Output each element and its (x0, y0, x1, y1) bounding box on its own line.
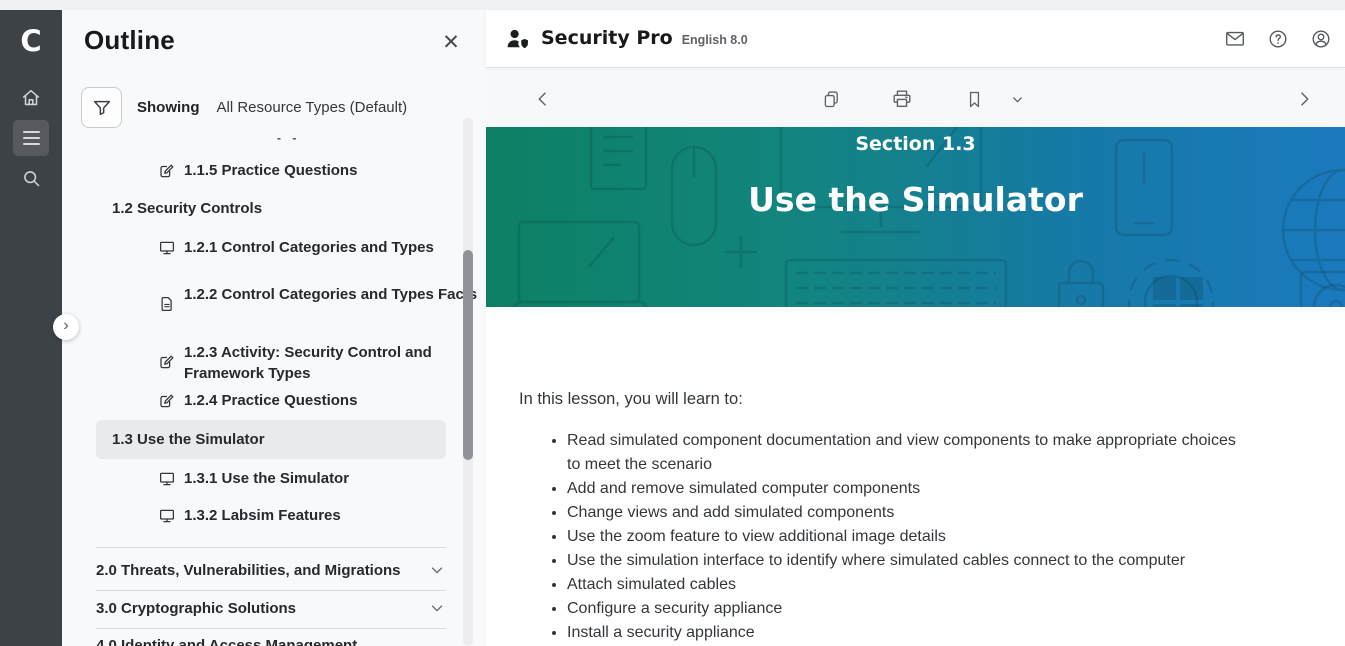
lesson-objective: Use the simulation interface to identify… (567, 549, 1237, 573)
section-label: Section 1.3 (486, 133, 1345, 155)
home-button[interactable] (13, 80, 49, 116)
lesson-objective: Use the zoom feature to view additional … (567, 525, 1237, 549)
app-logo[interactable]: C (0, 24, 62, 58)
windows-icon (1148, 272, 1208, 307)
chevron-left-icon (533, 89, 553, 109)
lesson-toolbar (486, 69, 1345, 127)
copy-button[interactable] (818, 86, 844, 112)
bookmark-button[interactable] (961, 86, 987, 112)
outline-chapter-4-0[interactable]: 4.0 Identity and Access Management (96, 637, 446, 646)
outline-title: Outline (84, 25, 175, 56)
monitor-icon (158, 507, 176, 530)
chevron-down-icon (428, 561, 446, 579)
outline-chapter-3-0[interactable]: 3.0 Cryptographic Solutions (96, 599, 446, 617)
lesson-objective: Attach simulated cables (567, 573, 1237, 597)
outline-scrollbar-thumb[interactable] (463, 250, 473, 460)
bookmark-icon (964, 89, 985, 110)
lesson-objective: Install a security appliance (567, 621, 1237, 645)
outline-item-1-2-4[interactable]: 1.2.4 Practice Questions (158, 390, 357, 415)
disc-icon (1296, 267, 1345, 307)
course-header: Security Pro English 8.0 (486, 10, 1345, 68)
divider (96, 628, 446, 629)
outline-item-1-2-3[interactable]: 1.2.3 Activity: Security Control and Fra… (158, 342, 484, 384)
bookmark-dropdown-button[interactable] (1004, 86, 1030, 112)
outline-chapter-2-0[interactable]: 2.0 Threats, Vulnerabilities, and Migrat… (96, 561, 446, 579)
back-button[interactable] (530, 86, 556, 112)
outline-close-button[interactable]: ✕ (437, 28, 465, 56)
lesson-objective: Read simulated component documentation a… (567, 429, 1237, 477)
showing-value: All Resource Types (Default) (217, 99, 408, 116)
help-button[interactable] (1266, 27, 1290, 51)
account-button[interactable] (1309, 27, 1333, 51)
monitor-icon (158, 239, 176, 262)
chevron-right-icon: › (63, 317, 68, 335)
help-icon (1267, 28, 1289, 50)
close-icon: ✕ (442, 30, 460, 55)
outline-item-1-2-2[interactable]: 1.2.2 Control Categories and Types Facts (158, 284, 477, 318)
edit-icon (158, 392, 176, 415)
chevron-right-icon (1294, 89, 1314, 109)
filter-row: Showing All Resource Types (Default) (81, 87, 407, 128)
filter-button[interactable] (81, 87, 122, 128)
main-content: Security Pro English 8.0 (486, 10, 1345, 646)
lesson-title: Use the Simulator (486, 180, 1345, 219)
mail-button[interactable] (1223, 27, 1247, 51)
mail-icon (1224, 28, 1246, 50)
panel-expand-button[interactable]: › (53, 314, 79, 340)
course-title: Security Pro (541, 27, 673, 49)
forward-button[interactable] (1291, 86, 1317, 112)
chevron-down-icon (428, 599, 446, 617)
print-icon (891, 88, 913, 110)
outline-item-1-1-5[interactable]: 1.1.5 Practice Questions (158, 160, 357, 185)
home-icon (20, 87, 42, 109)
lesson-objective: Configure a security appliance (567, 597, 1237, 621)
user-shield-icon (505, 27, 531, 51)
menu-icon (23, 131, 40, 145)
showing-label: Showing (137, 99, 200, 116)
keyboard-icon (781, 255, 1011, 307)
clipped-outline-item[interactable]: - - (277, 131, 300, 145)
outline-item-1-2-1[interactable]: 1.2.1 Control Categories and Types (158, 237, 434, 262)
monitor-icon (158, 470, 176, 493)
chevron-down-icon (1010, 92, 1025, 107)
plus-icon (721, 232, 761, 272)
edit-icon (158, 353, 176, 376)
lesson-objective: Add and remove simulated computer compon… (567, 477, 1237, 501)
lesson-intro: In this lesson, you will learn to: (519, 390, 743, 409)
document-icon (158, 295, 176, 318)
divider (96, 590, 446, 591)
laptop-icon (494, 212, 674, 307)
lesson-objectives-list: Read simulated component documentation a… (549, 429, 1237, 645)
top-strip (0, 0, 1345, 10)
account-icon (1310, 28, 1332, 50)
lock-icon (1051, 255, 1111, 307)
outline-section-1-2[interactable]: 1.2 Security Controls (112, 200, 262, 217)
outline-item-1-3-1[interactable]: 1.3.1 Use the Simulator (158, 468, 349, 493)
course-subtitle: English 8.0 (682, 33, 748, 47)
header-icons (1223, 27, 1333, 51)
divider (96, 547, 446, 548)
outline-panel: Outline ✕ Showing All Resource Types (De… (62, 10, 486, 646)
print-button[interactable] (889, 86, 915, 112)
section-banner: Section 1.3 Use the Simulator (486, 127, 1345, 307)
copy-icon (821, 89, 842, 110)
search-icon (21, 168, 42, 189)
search-button[interactable] (13, 160, 49, 196)
banner-text: Section 1.3 Use the Simulator (486, 127, 1345, 219)
outline-menu-button[interactable] (13, 120, 49, 156)
edit-icon (158, 162, 176, 185)
outline-section-1-3-selected[interactable]: 1.3 Use the Simulator (96, 420, 446, 459)
filter-icon (91, 97, 113, 119)
outline-item-1-3-2[interactable]: 1.3.2 Labsim Features (158, 505, 341, 530)
lesson-objective: Change views and add simulated component… (567, 501, 1237, 525)
course-title-group: Security Pro English 8.0 (505, 27, 748, 51)
